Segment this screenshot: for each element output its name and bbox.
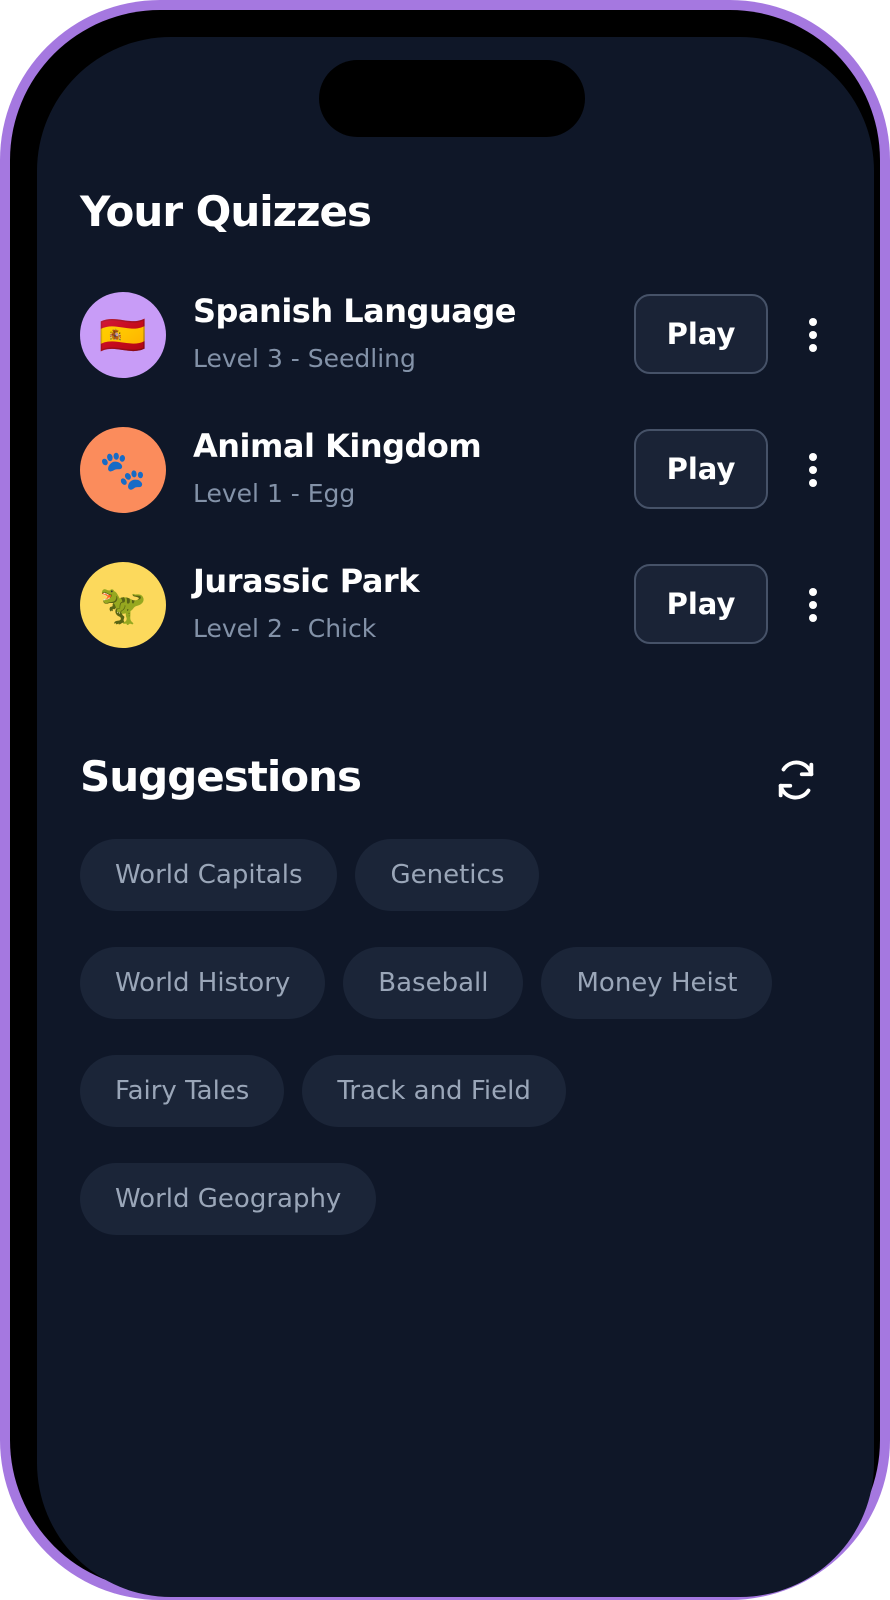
t-rex-icon: 🦖 <box>80 562 166 648</box>
quiz-level: Level 1 - Egg <box>193 479 356 508</box>
quiz-level: Level 2 - Chick <box>193 614 377 643</box>
app-screen: Your Quizzes 🇪🇸 Spanish Language Level 3… <box>37 37 874 1597</box>
suggestion-chip[interactable]: World Geography <box>80 1163 377 1235</box>
play-button[interactable]: Play <box>634 564 768 644</box>
play-button[interactable]: Play <box>634 429 768 509</box>
quiz-row: 🦖 Jurassic Park Level 2 - Chick Play <box>80 562 840 648</box>
suggestion-chip[interactable]: Track and Field <box>302 1055 566 1127</box>
more-options-icon[interactable] <box>800 447 826 493</box>
more-options-icon[interactable] <box>800 582 826 628</box>
your-quizzes-heading: Your Quizzes <box>80 187 372 236</box>
suggestion-chip[interactable]: Baseball <box>343 947 524 1019</box>
paw-prints-icon: 🐾 <box>80 427 166 513</box>
suggestion-chips: World Capitals Genetics World History Ba… <box>80 839 820 1235</box>
suggestion-chip[interactable]: World History <box>80 947 326 1019</box>
quiz-row: 🐾 Animal Kingdom Level 1 - Egg Play <box>80 427 840 513</box>
refresh-icon[interactable] <box>773 757 819 803</box>
suggestion-chip[interactable]: World Capitals <box>80 839 338 911</box>
phone-bezel: Your Quizzes 🇪🇸 Spanish Language Level 3… <box>10 10 880 1597</box>
quiz-title: Spanish Language <box>193 292 516 330</box>
spain-flag-icon: 🇪🇸 <box>80 292 166 378</box>
phone-frame: Your Quizzes 🇪🇸 Spanish Language Level 3… <box>0 0 890 1600</box>
suggestion-chip[interactable]: Genetics <box>355 839 540 911</box>
quiz-row: 🇪🇸 Spanish Language Level 3 - Seedling P… <box>80 292 840 378</box>
play-button[interactable]: Play <box>634 294 768 374</box>
suggestion-chip[interactable]: Fairy Tales <box>80 1055 285 1127</box>
dynamic-island <box>319 60 585 137</box>
quiz-title: Animal Kingdom <box>193 427 482 465</box>
quiz-title: Jurassic Park <box>193 562 419 600</box>
suggestions-heading: Suggestions <box>80 752 362 801</box>
suggestion-chip[interactable]: Money Heist <box>541 947 773 1019</box>
quiz-level: Level 3 - Seedling <box>193 344 416 373</box>
more-options-icon[interactable] <box>800 312 826 358</box>
